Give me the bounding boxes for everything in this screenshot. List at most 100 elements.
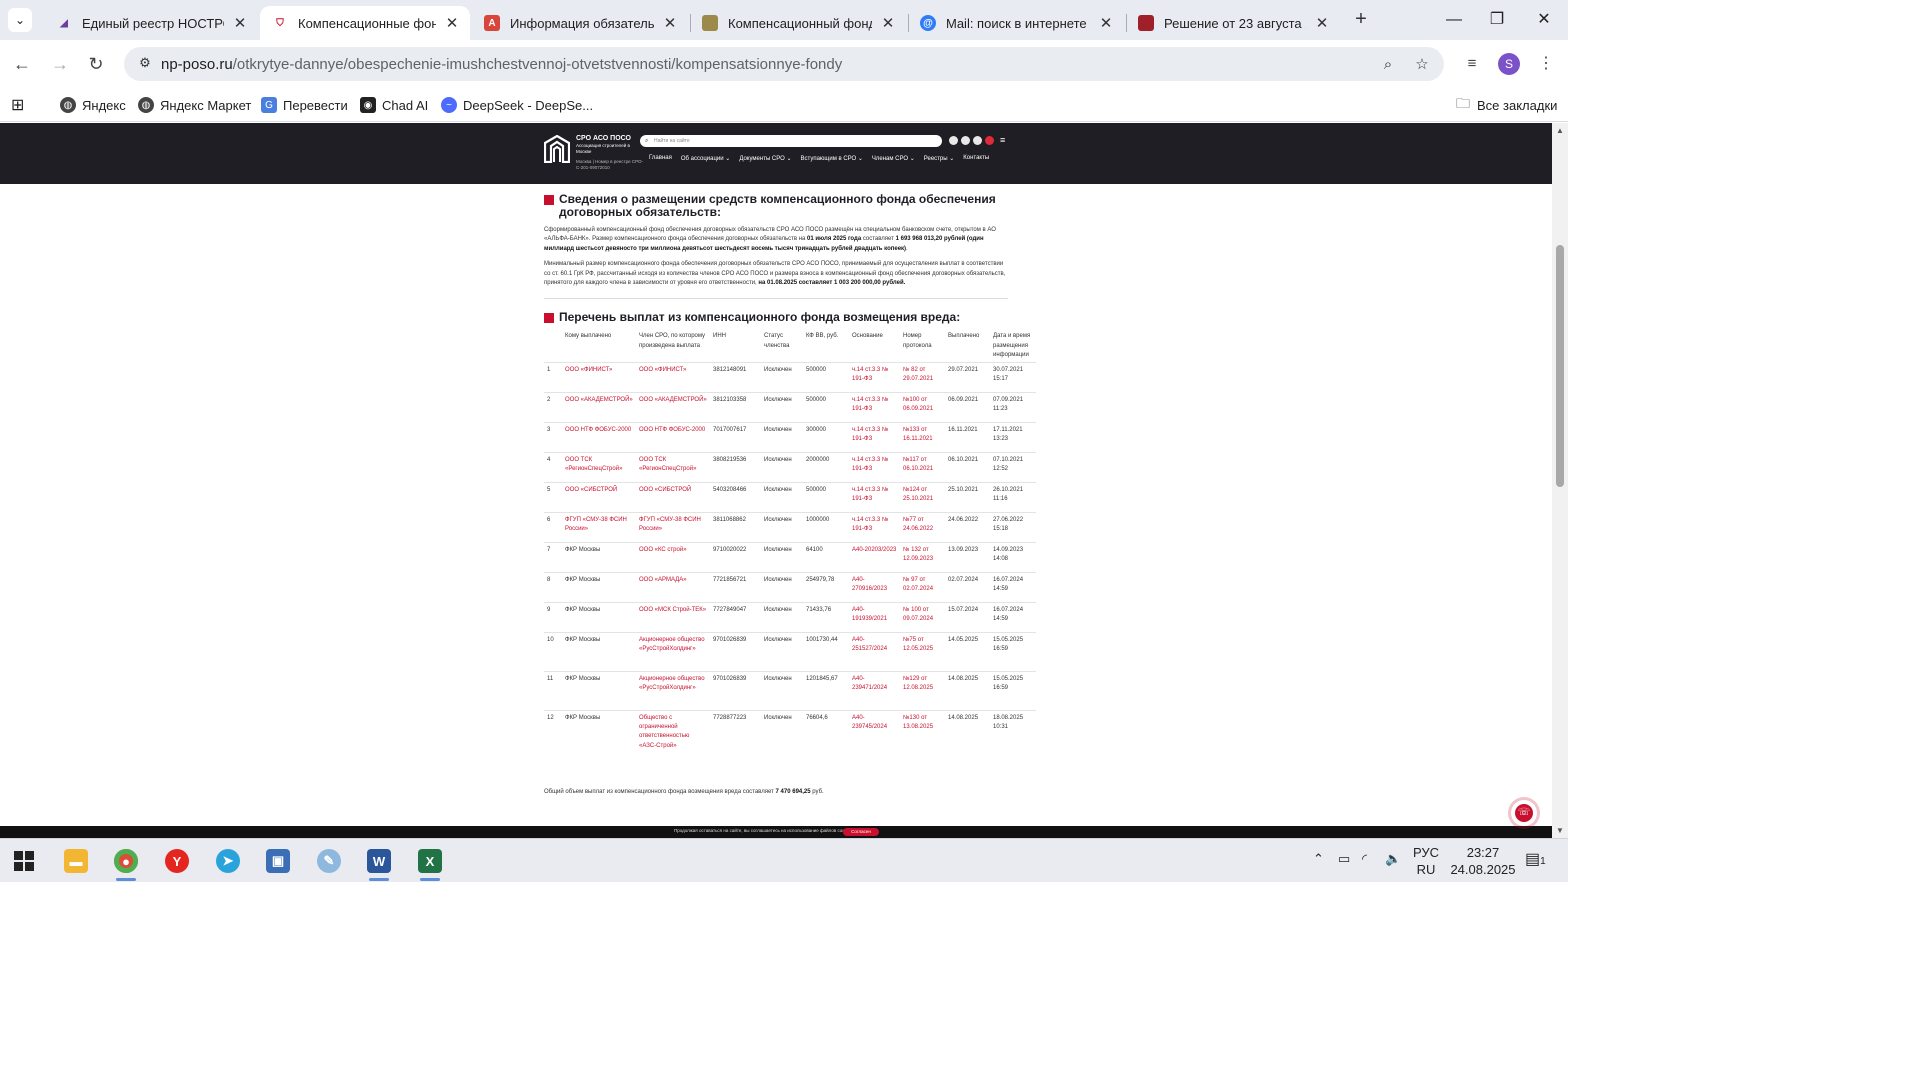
browser-menu-kebab-icon[interactable]: ⋮ [1534,52,1558,76]
telegram-button[interactable]: ➤ [208,845,248,877]
close-tab-icon[interactable]: ✕ [444,14,460,32]
scroll-up-arrow-icon[interactable]: ▲ [1555,126,1565,136]
bookmark-yandex-market[interactable]: ◍ Яндекс Маркет [138,94,251,116]
cell-basis[interactable]: ч.14 ст.3.3 № 191-ФЗ [849,482,900,513]
cell-member[interactable]: ФГУП «СМУ-38 ФСИН России» [636,512,710,543]
back-arrow-icon[interactable]: ← [10,52,34,76]
profile-avatar[interactable]: S [1498,53,1520,75]
nav-about[interactable]: Об ассоциации ⌄ [681,155,730,162]
cell-member[interactable]: ООО «ФИНИСТ» [636,362,710,393]
cell-paid-to[interactable]: ООО «ФИНИСТ» [562,362,636,393]
cell-basis[interactable]: ч.14 ст.3.3 № 191-ФЗ [849,362,900,393]
cell-member[interactable]: ООО «АКАДЕМСТРОЙ» [636,392,710,423]
cell-protocol[interactable]: № 132 от 12.09.2023 [900,542,945,573]
cell-protocol[interactable]: №129 от 12.08.2025 [900,671,945,711]
cell-basis[interactable]: ч.14 ст.3.3 № 191-ФЗ [849,452,900,483]
phone-icon[interactable] [949,136,958,145]
site-info-tune-icon[interactable]: ⚙ [136,55,154,73]
battery-icon[interactable]: ▭ [1338,851,1350,867]
close-tab-icon[interactable]: ✕ [232,14,248,32]
close-tab-icon[interactable]: ✕ [662,14,678,32]
hamburger-menu-icon[interactable]: ≡ [1000,135,1005,145]
telegram-icon[interactable] [973,136,982,145]
tab-nostroy[interactable]: ◢ Единый реестр НОСТРОЙ ✕ [44,6,258,40]
cell-protocol[interactable]: №117 от 06.10.2021 [900,452,945,483]
cell-member[interactable]: ООО НТФ ФОБУС-2000 [636,422,710,453]
tab-reshenie[interactable]: Решение от 23 августа 20 ✕ [1126,6,1340,40]
cell-protocol[interactable]: № 82 от 29.07.2021 [900,362,945,393]
excel-button[interactable]: X [410,845,450,881]
close-tab-icon[interactable]: ✕ [1314,14,1330,32]
cell-member[interactable]: ООО «СИБСТРОЙ [636,482,710,513]
bookmark-deepseek[interactable]: ~ DeepSeek - DeepSe... [441,94,593,116]
site-search-input[interactable]: ⌕ Найти на сайте [640,135,942,147]
tab-informatsiya[interactable]: A Информация обязательна ✕ [472,6,688,40]
cell-protocol[interactable]: №130 от 13.08.2025 [900,710,945,769]
callback-button[interactable]: ☏ [1511,800,1537,826]
cell-protocol[interactable]: № 100 от 09.07.2024 [900,602,945,633]
system-clock[interactable]: 23:27 24.08.2025 [1448,844,1518,878]
network-app-button[interactable]: ▣ [258,845,298,877]
whatsapp-icon[interactable] [961,136,970,145]
cell-basis[interactable]: А40-239471/2024 [849,671,900,711]
reload-icon[interactable]: ↻ [84,52,108,76]
address-bar[interactable]: ⚙ np-poso.ru/otkrytye-dannye/obespecheni… [124,47,1444,81]
cell-basis[interactable]: ч.14 ст.3.3 № 191-ФЗ [849,512,900,543]
restore-icon[interactable]: ❐ [1474,8,1520,32]
wifi-icon[interactable]: ◜ [1362,851,1367,867]
cell-basis[interactable]: А40-20203/2023 [849,542,900,573]
notifications-icon[interactable]: ▤1 [1525,849,1546,869]
cell-basis[interactable]: А40-270916/2023 [849,572,900,603]
forward-arrow-icon[interactable]: → [48,52,72,76]
volume-icon[interactable]: 🔈 [1385,851,1401,867]
nav-registries[interactable]: Реестры ⌄ [924,155,955,162]
language-indicator[interactable]: РУС RU [1410,844,1442,878]
yandex-browser-button[interactable]: Y [157,845,197,877]
cell-protocol[interactable]: №75 от 12.05.2025 [900,632,945,672]
chrome-button[interactable]: ● [106,845,146,881]
cell-protocol[interactable]: №124 от 25.10.2021 [900,482,945,513]
nav-joining[interactable]: Вступающим в СРО ⌄ [801,155,863,162]
cell-member[interactable]: ООО «КС строй» [636,542,710,573]
cell-protocol[interactable]: №133 от 16.11.2021 [900,422,945,453]
cell-member[interactable]: ООО «АРМАДА» [636,572,710,603]
media-queue-icon[interactable]: ≡ [1460,52,1484,76]
cell-basis[interactable]: А40-251527/2024 [849,632,900,672]
cell-paid-to[interactable]: ООО «СИБСТРОЙ [562,482,636,513]
file-explorer-button[interactable]: ▬ [56,845,96,877]
cell-member[interactable]: ООО «МСК Строй-ТЕК» [636,602,710,633]
cell-protocol[interactable]: № 97 от 02.07.2024 [900,572,945,603]
bookmark-translate[interactable]: G Перевести [261,94,348,116]
cell-member[interactable]: Общество с ограниченной ответственностью… [636,710,710,769]
cell-paid-to[interactable]: ООО НТФ ФОБУС-2000 [562,422,636,453]
cell-protocol[interactable]: №77 от 24.06.2022 [900,512,945,543]
start-button[interactable] [4,845,44,877]
scroll-thumb[interactable] [1556,245,1564,487]
nav-home[interactable]: Главная [649,155,672,162]
tray-overflow-chevron-icon[interactable]: ⌃ [1313,851,1324,867]
logo-title[interactable]: СРО АСО ПОСО Ассоциация строителей в Мос… [576,135,646,154]
bookmark-star-icon[interactable]: ☆ [1412,55,1432,75]
bookmark-yandex[interactable]: ◍ Яндекс [60,94,126,116]
cell-basis[interactable]: ч.14 ст.3.3 № 191-ФЗ [849,392,900,423]
cell-basis[interactable]: ч.14 ст.3.3 № 191-ФЗ [849,422,900,453]
nav-documents[interactable]: Документы СРО ⌄ [739,155,791,162]
tab-kompensatsionnye-fondy[interactable]: ⛉ Компенсационные фонды ✕ [260,6,470,40]
scroll-down-arrow-icon[interactable]: ▼ [1555,826,1565,836]
bookmark-chad-ai[interactable]: ◉ Chad AI [360,94,428,116]
close-tab-icon[interactable]: ✕ [880,14,896,32]
close-window-icon[interactable]: ✕ [1521,8,1567,32]
cell-member[interactable]: Акционерное общество «РусСтройХолдинг» [636,632,710,672]
cell-member[interactable]: Акционерное общество «РусСтройХолдинг» [636,671,710,711]
cell-basis[interactable]: А40-191939/2021 [849,602,900,633]
apps-grid-icon[interactable]: ⊞ [11,94,24,116]
cell-member[interactable]: ООО ТСК «РегионСпецСтрой» [636,452,710,483]
youtube-icon[interactable] [985,136,994,145]
tab-search-chevron-icon[interactable]: ⌄ [8,8,32,32]
cell-paid-to[interactable]: ООО «АКАДЕМСТРОЙ» [562,392,636,423]
tab-mail-search[interactable]: @ Mail: поиск в интернете ✕ [908,6,1124,40]
cell-paid-to[interactable]: ФГУП «СМУ-38 ФСИН России» [562,512,636,543]
new-tab-plus-icon[interactable]: + [1349,8,1373,32]
close-tab-icon[interactable]: ✕ [1098,14,1114,32]
cell-protocol[interactable]: №100 от 06.09.2021 [900,392,945,423]
